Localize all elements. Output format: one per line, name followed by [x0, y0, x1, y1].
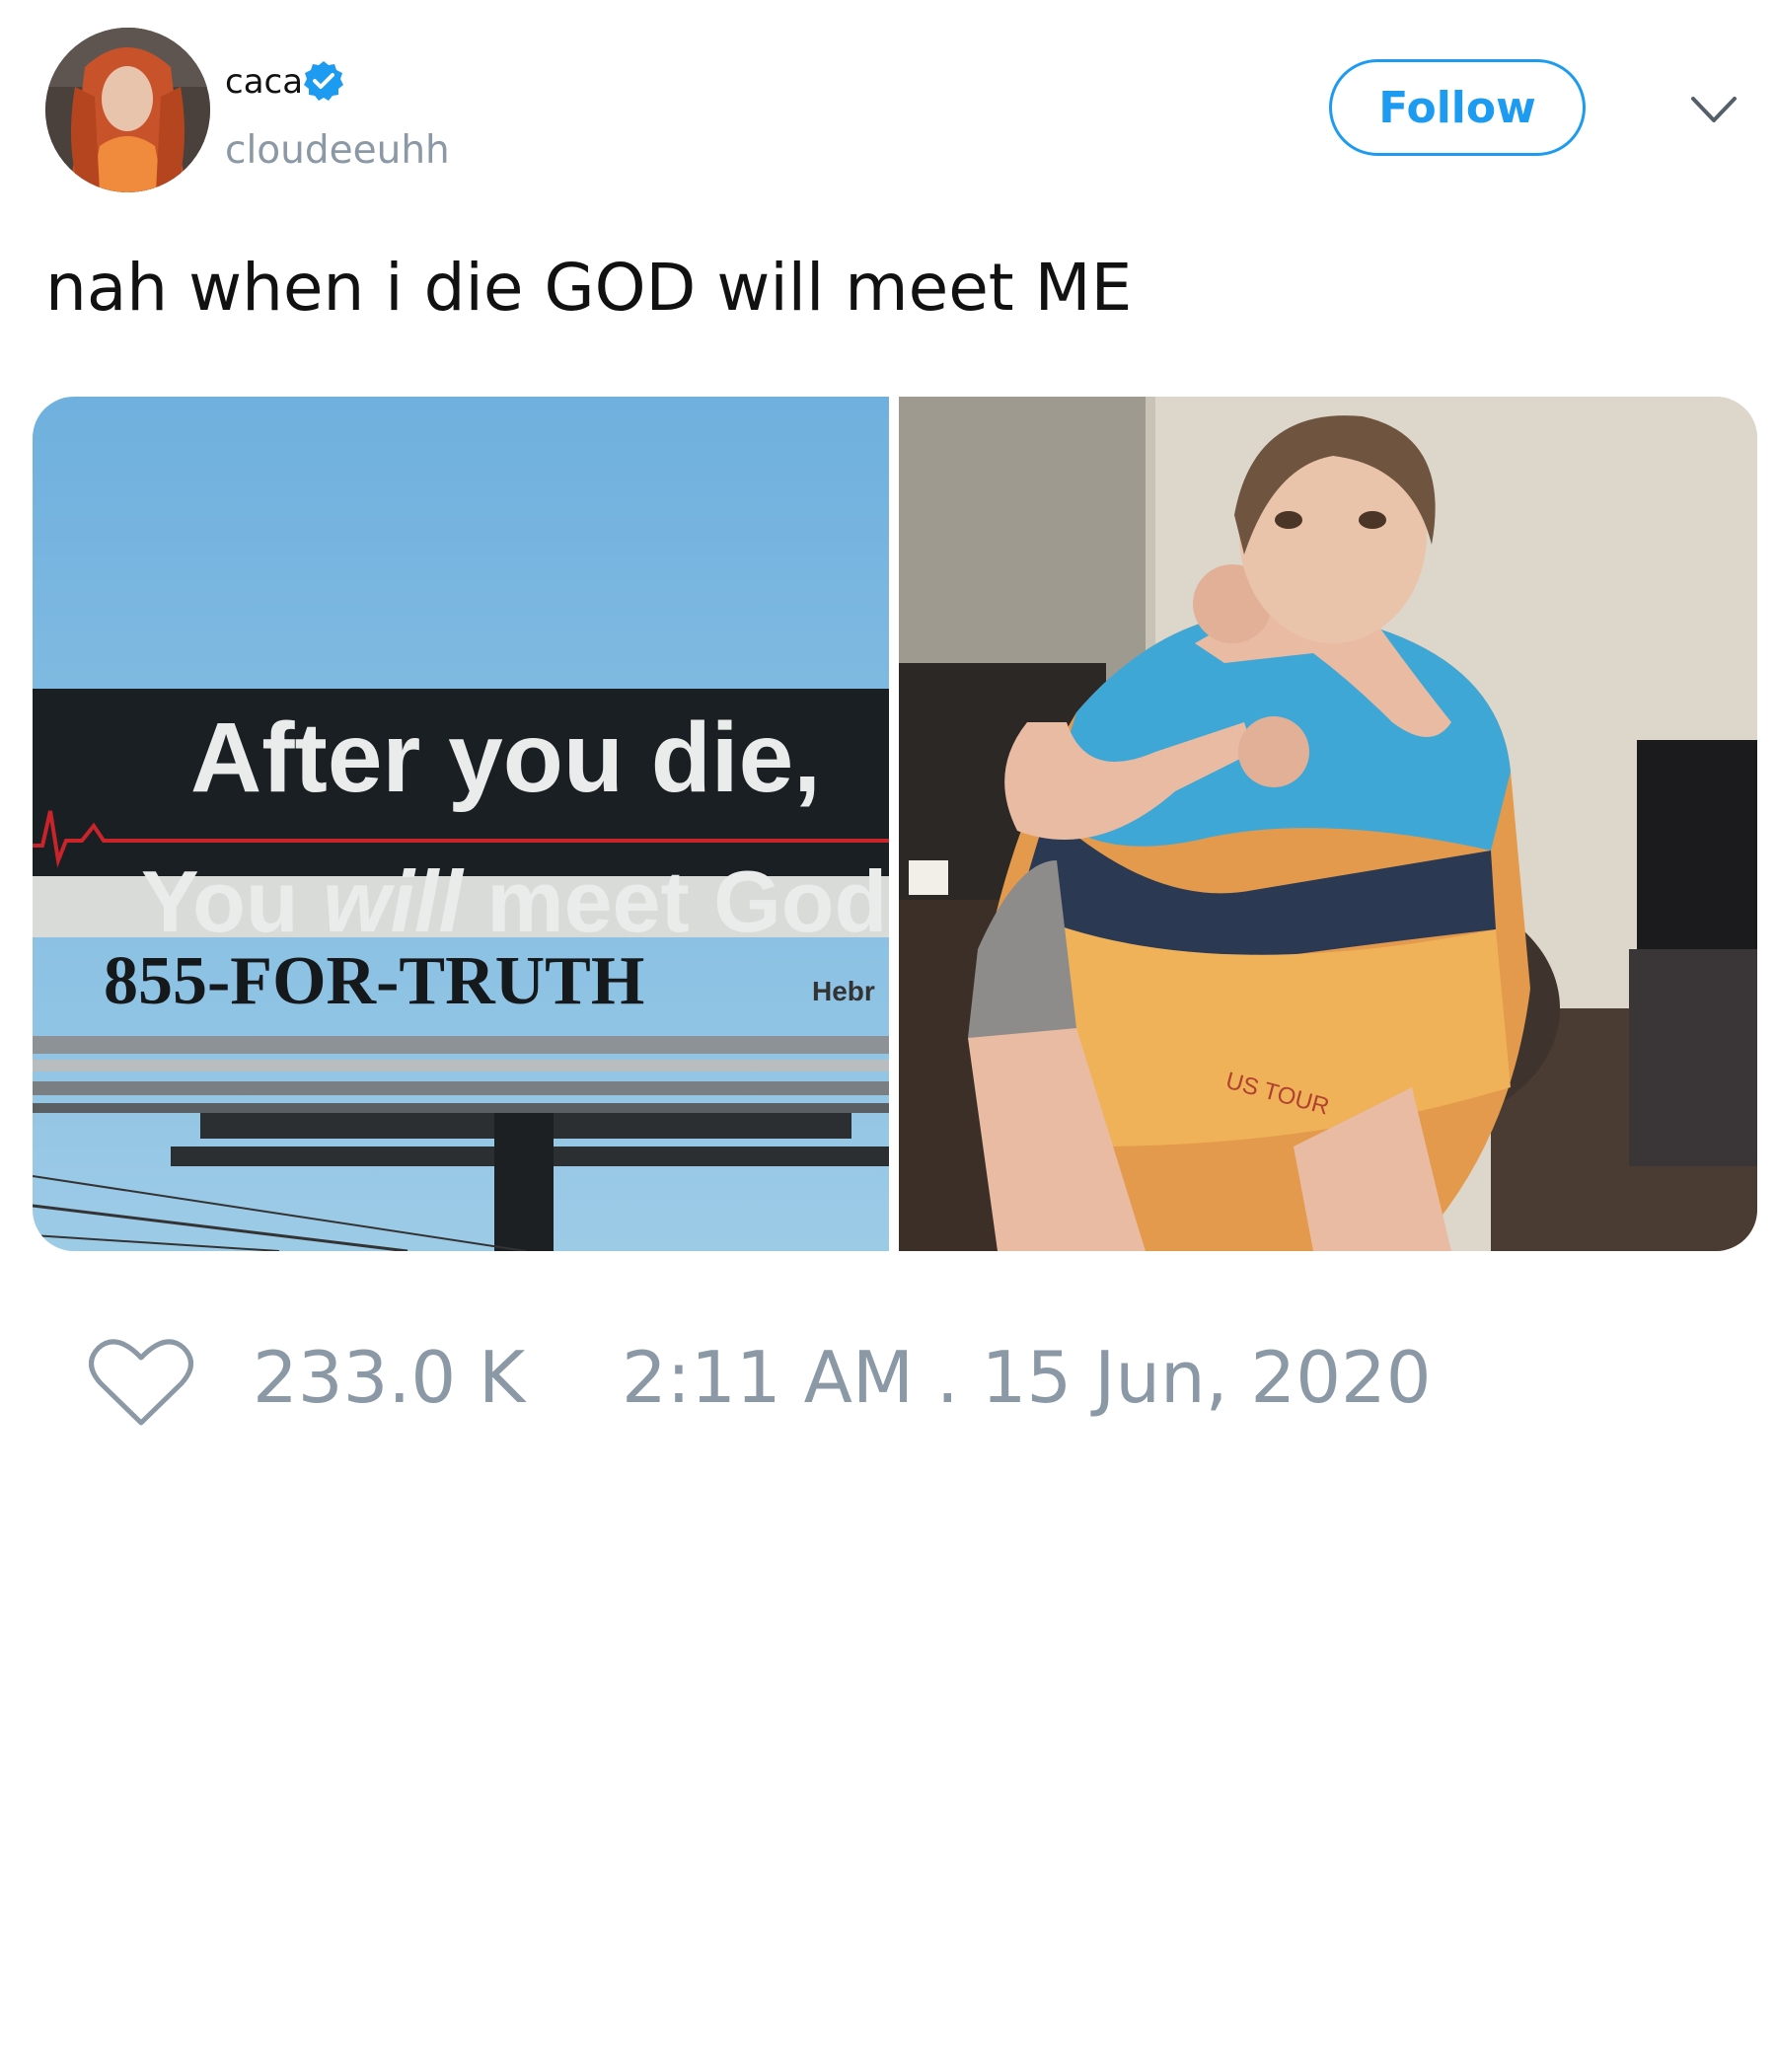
billboard-line1: After you die, [190, 703, 821, 813]
billboard-phone: 855-FOR-TRUTH [104, 943, 644, 1019]
billboard-line2-emphasis: will [323, 852, 464, 950]
tweet-timestamp[interactable]: 2:11 AM . 15 Jun, 2020 [622, 1336, 1432, 1419]
heart-icon[interactable] [89, 1334, 193, 1429]
verified-badge-icon [304, 61, 343, 101]
billboard-line2: You will meet God [141, 852, 887, 950]
avatar-image [45, 28, 210, 192]
billboard-photo[interactable]: After you die, You will meet God 855-FOR… [33, 397, 889, 1251]
avatar[interactable] [45, 28, 210, 192]
display-name[interactable]: caca [225, 61, 303, 103]
billboard-line2-pre: You [141, 852, 323, 950]
billboard-line2-post: meet God [463, 852, 887, 950]
person-boxing-photo[interactable]: US TOUR [899, 397, 1757, 1251]
chevron-down-icon[interactable] [1689, 91, 1739, 130]
like-count[interactable]: 233.0 K [253, 1336, 525, 1419]
tweet-media[interactable]: After you die, You will meet God 855-FOR… [33, 397, 1757, 1251]
user-handle[interactable]: cloudeeuhh [225, 128, 450, 174]
follow-button[interactable]: Follow [1329, 59, 1586, 156]
tweet-text: nah when i die GOD will meet ME [45, 250, 1133, 326]
billboard-sponsor: Hebr [812, 976, 875, 1006]
